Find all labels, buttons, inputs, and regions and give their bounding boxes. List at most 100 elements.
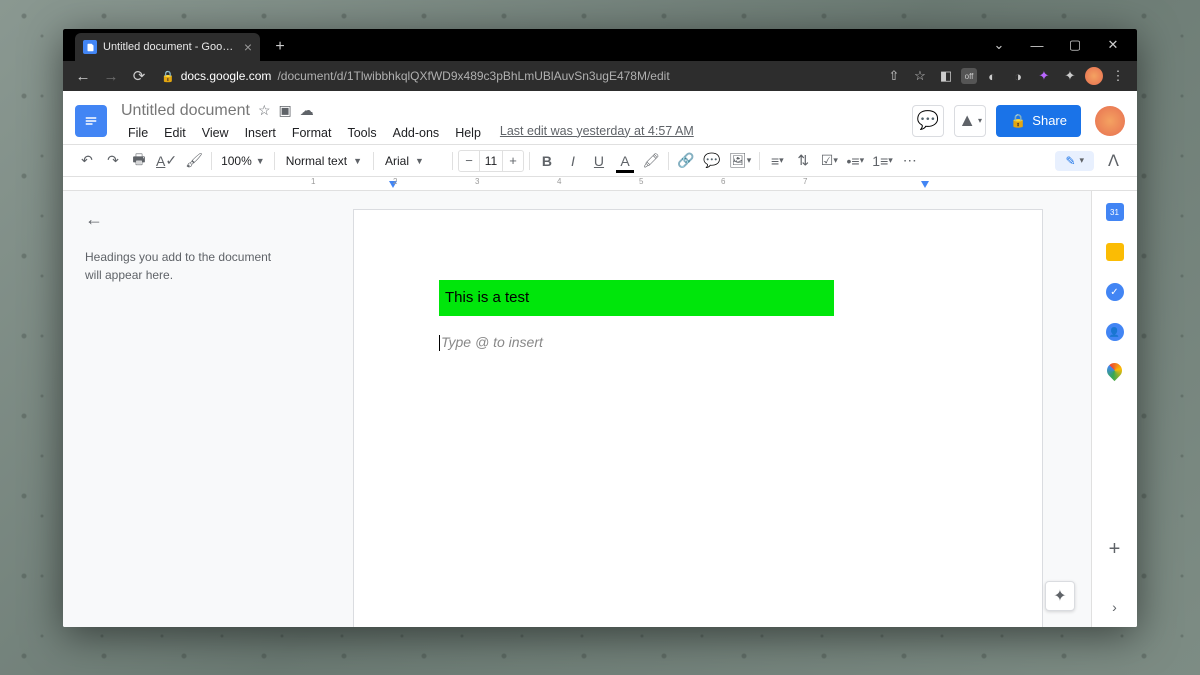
chevron-down-icon[interactable]: ⌄	[983, 33, 1015, 57]
workspace: ← Headings you add to the document will …	[63, 191, 1137, 627]
text-cursor	[439, 335, 440, 351]
add-comment-button[interactable]: 💬	[700, 149, 724, 173]
paragraph-style-dropdown[interactable]: Normal text▼	[280, 154, 368, 168]
share-button[interactable]: 🔒Share	[996, 105, 1081, 137]
collapse-outline-button[interactable]: ←	[85, 209, 103, 230]
tasks-icon[interactable]	[1106, 283, 1124, 301]
horizontal-ruler[interactable]: 1 2 3 4 5 6 7	[63, 177, 1137, 191]
undo-button[interactable]: ↶	[75, 149, 99, 173]
extensions-puzzle-icon[interactable]: ✦	[1059, 65, 1081, 87]
close-window-button[interactable]: ✕	[1097, 33, 1129, 57]
comment-history-button[interactable]: 💬	[912, 105, 944, 137]
share-page-icon[interactable]: ⇧	[883, 65, 905, 87]
menu-help[interactable]: Help	[448, 124, 488, 142]
docs-logo-icon[interactable]	[75, 105, 107, 137]
last-edit-link[interactable]: Last edit was yesterday at 4:57 AM	[500, 124, 694, 142]
bookmark-icon[interactable]: ☆	[909, 65, 931, 87]
checklist-button[interactable]: ☑▾	[817, 149, 841, 173]
bulleted-list-button[interactable]: •≡▾	[843, 149, 867, 173]
star-icon[interactable]: ☆	[258, 102, 271, 119]
document-title[interactable]: Untitled document	[121, 102, 250, 120]
keep-icon[interactable]	[1106, 243, 1124, 261]
extension-icon-2[interactable]: ◐	[981, 65, 1003, 87]
cloud-status-icon[interactable]: ☁	[300, 102, 314, 119]
spellcheck-button[interactable]: A✓	[153, 149, 180, 173]
explore-button[interactable]: ✦	[1045, 581, 1075, 611]
line-spacing-button[interactable]: ⇅	[791, 149, 815, 173]
more-button[interactable]: ⋯	[898, 149, 922, 173]
new-tab-button[interactable]: +	[268, 35, 292, 59]
print-button[interactable]: 🖶	[127, 149, 151, 173]
insert-placeholder[interactable]: Type @ to insert	[439, 334, 957, 351]
docs-favicon-icon	[83, 40, 97, 54]
maximize-button[interactable]: ▢	[1059, 33, 1091, 57]
insert-image-button[interactable]: 🖼▾	[726, 149, 754, 173]
increase-font-button[interactable]: +	[503, 153, 523, 168]
present-button[interactable]: ▲▾	[954, 105, 986, 137]
forward-button[interactable]: →	[99, 64, 123, 88]
formatting-toolbar: ↶ ↷ 🖶 A✓ 🖌 100%▼ Normal text▼ Arial▼ − 1…	[63, 145, 1137, 177]
insert-link-button[interactable]: 🔗	[674, 149, 698, 173]
close-tab-icon[interactable]: ×	[244, 39, 252, 55]
menu-format[interactable]: Format	[285, 124, 339, 142]
page[interactable]: This is a test Type @ to insert	[353, 209, 1043, 627]
document-canvas[interactable]: This is a test Type @ to insert ✦	[305, 191, 1091, 627]
lock-icon: 🔒	[1010, 113, 1026, 129]
bold-button[interactable]: B	[535, 149, 559, 173]
menu-edit[interactable]: Edit	[157, 124, 193, 142]
font-size-control: − 11 +	[458, 150, 524, 172]
menu-icon[interactable]: ⋮	[1107, 65, 1129, 87]
menu-insert[interactable]: Insert	[238, 124, 283, 142]
url-domain: docs.google.com	[181, 69, 272, 83]
minimize-button[interactable]: —	[1021, 33, 1053, 57]
text-color-button[interactable]: A	[613, 149, 637, 173]
document-outline-panel: ← Headings you add to the document will …	[63, 191, 305, 627]
calendar-icon[interactable]	[1106, 203, 1124, 221]
url-path: /document/d/1TlwibbhkqlQXfWD9x489c3pBhLm…	[277, 69, 669, 83]
outline-empty-hint: Headings you add to the document will ap…	[85, 248, 283, 284]
decrease-font-button[interactable]: −	[459, 153, 479, 168]
underline-button[interactable]: U	[587, 149, 611, 173]
extension-icon-3[interactable]: ◑	[1007, 65, 1029, 87]
side-panel: + ›	[1091, 191, 1137, 627]
contacts-icon[interactable]	[1106, 323, 1124, 341]
highlighted-text[interactable]: This is a test	[439, 280, 834, 316]
extension-icon-4[interactable]: ✦	[1033, 65, 1055, 87]
hide-sidepanel-button[interactable]: ›	[1112, 599, 1117, 615]
move-icon[interactable]: ▣	[279, 102, 292, 119]
url-field[interactable]: 🔒 docs.google.com/document/d/1Tlwibbhkql…	[155, 69, 879, 83]
add-addon-button[interactable]: +	[1109, 538, 1121, 561]
browser-tab[interactable]: Untitled document - Google Doc ×	[75, 33, 260, 61]
numbered-list-button[interactable]: 1≡▾	[869, 149, 896, 173]
browser-window: Untitled document - Google Doc × + ⌄ — ▢…	[63, 29, 1137, 627]
extension-icon[interactable]: ◧	[935, 65, 957, 87]
account-avatar[interactable]	[1095, 106, 1125, 136]
menu-bar: File Edit View Insert Format Tools Add-o…	[121, 124, 912, 142]
docs-header: Untitled document ☆ ▣ ☁ File Edit View I…	[63, 91, 1137, 145]
reload-button[interactable]: ⟳	[127, 64, 151, 88]
font-size-input[interactable]: 11	[479, 151, 503, 171]
right-indent-marker[interactable]	[921, 181, 929, 188]
lock-icon: 🔒	[161, 70, 175, 83]
align-button[interactable]: ≡▾	[765, 149, 789, 173]
maps-icon[interactable]	[1104, 360, 1125, 381]
back-button[interactable]: ←	[71, 64, 95, 88]
tab-title: Untitled document - Google Doc	[103, 41, 238, 53]
extension-off-icon[interactable]: off	[961, 68, 977, 84]
font-dropdown[interactable]: Arial▼	[379, 154, 447, 168]
profile-avatar-icon[interactable]	[1085, 67, 1103, 85]
collapse-toolbar-button[interactable]: ᐱ	[1102, 151, 1125, 171]
browser-address-bar: ← → ⟳ 🔒 docs.google.com/document/d/1Tlwi…	[63, 61, 1137, 91]
italic-button[interactable]: I	[561, 149, 585, 173]
paint-format-button[interactable]: 🖌	[182, 149, 206, 173]
editing-mode-button[interactable]: ✎▾	[1055, 151, 1094, 171]
menu-tools[interactable]: Tools	[340, 124, 383, 142]
window-controls: ⌄ — ▢ ✕	[975, 29, 1137, 61]
browser-titlebar: Untitled document - Google Doc × + ⌄ — ▢…	[63, 29, 1137, 61]
zoom-dropdown[interactable]: 100%▼	[217, 154, 269, 168]
highlight-color-button[interactable]: 🖍	[639, 149, 663, 173]
menu-file[interactable]: File	[121, 124, 155, 142]
redo-button[interactable]: ↷	[101, 149, 125, 173]
menu-view[interactable]: View	[195, 124, 236, 142]
menu-addons[interactable]: Add-ons	[386, 124, 447, 142]
